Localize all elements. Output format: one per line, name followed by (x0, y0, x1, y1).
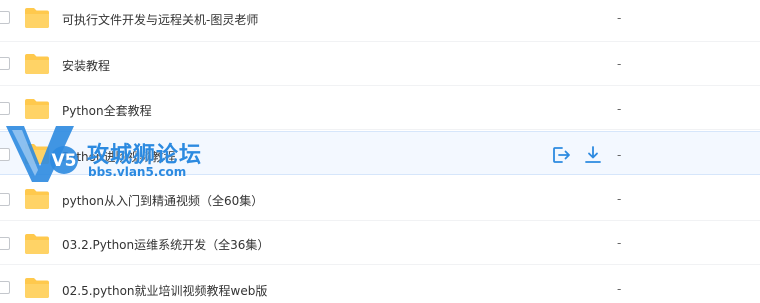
file-name[interactable]: 可执行文件开发与远程关机-图灵老师 (62, 11, 258, 28)
file-row[interactable]: 03.2.Python运维系统开发（全36集） - (0, 221, 760, 265)
file-name[interactable]: python从入门到精通视频（全60集） (62, 192, 263, 209)
file-size: - (617, 282, 622, 296)
row-checkbox[interactable] (0, 57, 10, 70)
file-size: - (617, 192, 622, 206)
file-size: - (617, 11, 622, 25)
folder-icon (25, 278, 49, 298)
file-name[interactable]: 03.2.Python运维系统开发（全36集） (62, 236, 269, 253)
file-row[interactable]: 安装教程 - (0, 42, 760, 86)
file-name[interactable]: Python进阶视频教程 (62, 148, 176, 165)
file-row[interactable]: 可执行文件开发与远程关机-图灵老师 - (0, 0, 760, 42)
download-icon[interactable] (583, 145, 603, 165)
row-checkbox[interactable] (0, 148, 10, 161)
folder-icon (25, 189, 49, 209)
file-name[interactable]: 安装教程 (62, 57, 110, 74)
folder-icon (25, 99, 49, 119)
row-checkbox[interactable] (0, 237, 10, 250)
file-row[interactable]: python从入门到精通视频（全60集） - (0, 177, 760, 221)
file-size: - (617, 148, 622, 162)
row-checkbox[interactable] (0, 11, 10, 24)
file-size: - (617, 102, 622, 116)
file-row-hovered[interactable]: Python进阶视频教程 - (0, 131, 760, 175)
folder-icon (25, 144, 49, 164)
file-row[interactable]: Python全套教程 - (0, 86, 760, 130)
file-size: - (617, 57, 622, 71)
folder-icon (25, 54, 49, 74)
row-checkbox[interactable] (0, 193, 10, 206)
folder-icon (25, 234, 49, 254)
share-out-icon[interactable] (551, 145, 571, 165)
row-checkbox[interactable] (0, 102, 10, 115)
file-name[interactable]: 02.5.python就业培训视频教程web版 (62, 282, 267, 299)
file-size: - (617, 236, 622, 250)
folder-icon (25, 8, 49, 28)
file-name[interactable]: Python全套教程 (62, 102, 152, 119)
file-list: 可执行文件开发与远程关机-图灵老师 - 安装教程 - Python全套教程 - … (0, 0, 760, 303)
file-row[interactable]: 02.5.python就业培训视频教程web版 - (0, 265, 760, 303)
row-checkbox[interactable] (0, 281, 10, 294)
